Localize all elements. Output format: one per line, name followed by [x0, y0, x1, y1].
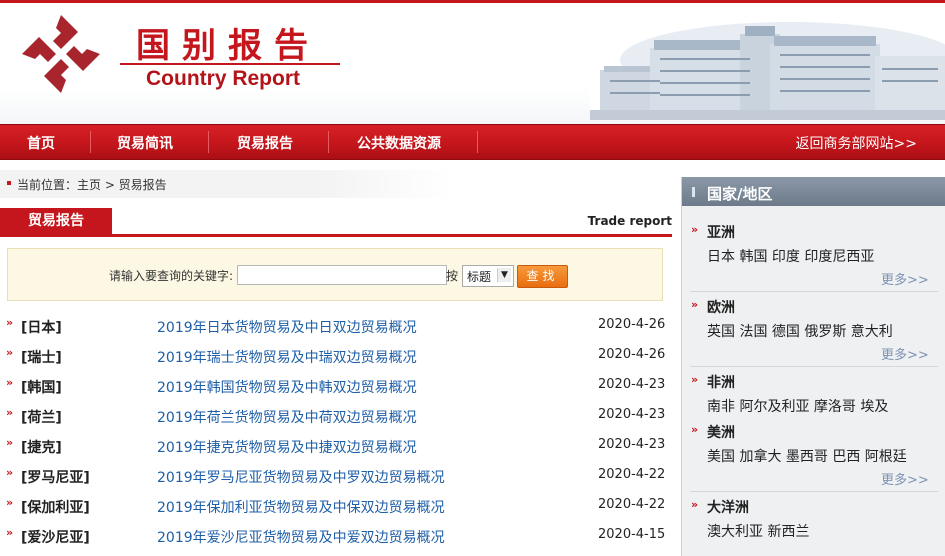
- region-divider: [690, 291, 938, 292]
- double-arrow-icon: »: [6, 346, 14, 359]
- main-navbar: 首页 贸易简讯 贸易报告 公共数据资源 返回商务部网站>>: [0, 124, 945, 160]
- more-link[interactable]: 更多>>: [881, 344, 929, 363]
- double-arrow-icon: »: [6, 376, 14, 389]
- section-title-en: Trade report: [587, 214, 672, 228]
- double-arrow-icon: »: [6, 496, 14, 509]
- report-country[interactable]: [日本]: [21, 317, 62, 337]
- report-country[interactable]: [韩国]: [21, 377, 62, 397]
- nav-separator: [328, 131, 329, 153]
- list-item: » [瑞士] 2019年瑞士货物贸易及中瑞双边贸易概况 2020-4-26: [0, 340, 672, 370]
- region-countries[interactable]: 澳大利亚 新西兰: [707, 521, 809, 541]
- keyword-search-input[interactable]: [237, 265, 447, 285]
- report-date: 2020-4-23: [598, 437, 666, 452]
- list-item: » [日本] 2019年日本货物贸易及中日双边贸易概况 2020-4-26: [0, 310, 672, 340]
- region-name[interactable]: 大洋洲: [707, 497, 749, 517]
- nav-item-public-data[interactable]: 公共数据资源: [357, 133, 441, 153]
- region-name[interactable]: 亚洲: [707, 222, 735, 242]
- chevron-down-icon: ▼: [497, 268, 511, 282]
- double-arrow-icon: »: [6, 316, 14, 329]
- breadcrumb-bullet-icon: [7, 181, 11, 185]
- report-title-link[interactable]: 2019年罗马尼亚货物贸易及中罗双边贸易概况: [157, 467, 445, 487]
- region-countries[interactable]: 英国 法国 德国 俄罗斯 意大利: [707, 321, 893, 341]
- region-sidebar: 国家/地区 » 亚洲 日本 韩国 印度 印度尼西亚 更多>> » 欧洲 英国 法…: [681, 177, 945, 556]
- nav-separator: [90, 131, 91, 153]
- double-arrow-icon: »: [6, 406, 14, 419]
- nav-item-home[interactable]: 首页: [27, 133, 55, 153]
- more-link[interactable]: 更多>>: [881, 269, 929, 288]
- report-country[interactable]: [保加利亚]: [21, 497, 90, 517]
- sidebar-header: 国家/地区: [682, 177, 945, 206]
- region-countries[interactable]: 日本 韩国 印度 印度尼西亚: [707, 246, 874, 266]
- report-title-link[interactable]: 2019年日本货物贸易及中日双边贸易概况: [157, 317, 417, 337]
- report-country[interactable]: [荷兰]: [21, 407, 62, 427]
- double-arrow-icon: »: [691, 373, 699, 386]
- search-label: 请输入要查询的关键字:: [109, 269, 234, 283]
- list-item: » [罗马尼亚] 2019年罗马尼亚货物贸易及中罗双边贸易概况 2020-4-2…: [0, 460, 672, 490]
- title-divider: [120, 63, 340, 65]
- search-button[interactable]: 查找: [517, 265, 568, 288]
- region-countries[interactable]: 南非 阿尔及利亚 摩洛哥 埃及: [707, 396, 888, 416]
- report-country[interactable]: [瑞士]: [21, 347, 62, 367]
- list-item: » [保加利亚] 2019年保加利亚货物贸易及中保双边贸易概况 2020-4-2…: [0, 490, 672, 520]
- nav-separator: [208, 131, 209, 153]
- report-date: 2020-4-23: [598, 377, 666, 392]
- region-name[interactable]: 美洲: [707, 422, 735, 442]
- breadcrumb: 当前位置：主页 > 贸易报告: [0, 170, 452, 198]
- double-arrow-icon: »: [691, 298, 699, 311]
- government-building-image: [590, 20, 945, 120]
- list-item: » [捷克] 2019年捷克货物贸易及中捷双边贸易概况 2020-4-23: [0, 430, 672, 460]
- region-name[interactable]: 非洲: [707, 372, 735, 392]
- report-title-link[interactable]: 2019年捷克货物贸易及中捷双边贸易概况: [157, 437, 417, 457]
- list-item: » [荷兰] 2019年荷兰货物贸易及中荷双边贸易概况 2020-4-23: [0, 400, 672, 430]
- report-country[interactable]: [爱沙尼亚]: [21, 527, 90, 547]
- double-arrow-icon: »: [691, 498, 699, 511]
- region-divider: [690, 491, 938, 492]
- search-panel: 请输入要查询的关键字: 按 标题 ▼ 查找: [7, 248, 663, 301]
- report-title-link[interactable]: 2019年荷兰货物贸易及中荷双边贸易概况: [157, 407, 417, 427]
- site-header: 国别报告 Country Report: [0, 0, 945, 124]
- report-date: 2020-4-26: [598, 317, 666, 332]
- report-date: 2020-4-26: [598, 347, 666, 362]
- report-title-link[interactable]: 2019年韩国货物贸易及中韩双边贸易概况: [157, 377, 417, 397]
- report-date: 2020-4-22: [598, 467, 666, 482]
- section-tab-trade-report[interactable]: 贸易报告: [0, 208, 112, 234]
- nav-item-trade-news[interactable]: 贸易简讯: [117, 133, 173, 153]
- report-country[interactable]: [罗马尼亚]: [21, 467, 90, 487]
- report-title-link[interactable]: 2019年瑞士货物贸易及中瑞双边贸易概况: [157, 347, 417, 367]
- region-countries[interactable]: 美国 加拿大 墨西哥 巴西 阿根廷: [707, 446, 907, 466]
- region-divider: [690, 366, 938, 367]
- report-title-link[interactable]: 2019年爱沙尼亚货物贸易及中爱双边贸易概况: [157, 527, 445, 547]
- sidebar-title: 国家/地区: [707, 185, 773, 203]
- nav-item-trade-reports[interactable]: 贸易报告: [237, 133, 293, 153]
- report-date: 2020-4-15: [598, 527, 666, 542]
- report-list: » [日本] 2019年日本货物贸易及中日双边贸易概况 2020-4-26 » …: [0, 310, 672, 550]
- double-arrow-icon: »: [691, 423, 699, 436]
- double-arrow-icon: »: [691, 223, 699, 236]
- nav-separator: [477, 131, 478, 153]
- region-name[interactable]: 欧洲: [707, 297, 735, 317]
- breadcrumb-text[interactable]: 当前位置：主页 > 贸易报告: [17, 176, 167, 193]
- site-title-en: Country Report: [146, 67, 300, 90]
- return-mofcom-link[interactable]: 返回商务部网站>>: [796, 133, 917, 153]
- section-underline: [0, 234, 672, 237]
- header-top-line: [0, 0, 945, 3]
- report-country[interactable]: [捷克]: [21, 437, 62, 457]
- search-by-label: 按: [446, 269, 459, 283]
- site-title-cn: 国别报告: [136, 26, 320, 66]
- sidebar-header-icon: [692, 187, 695, 197]
- double-arrow-icon: »: [6, 436, 14, 449]
- double-arrow-icon: »: [6, 466, 14, 479]
- more-link[interactable]: 更多>>: [881, 469, 929, 488]
- report-date: 2020-4-23: [598, 407, 666, 422]
- report-date: 2020-4-22: [598, 497, 666, 512]
- list-item: » [韩国] 2019年韩国货物贸易及中韩双边贸易概况 2020-4-23: [0, 370, 672, 400]
- search-field-select[interactable]: 标题 ▼: [462, 265, 514, 287]
- section-header: 贸易报告 Trade report: [0, 208, 672, 238]
- report-title-link[interactable]: 2019年保加利亚货物贸易及中保双边贸易概况: [157, 497, 445, 517]
- search-field-value: 标题: [467, 270, 492, 284]
- double-arrow-icon: »: [6, 526, 14, 539]
- ministry-logo-icon[interactable]: [20, 13, 102, 95]
- list-item: » [爱沙尼亚] 2019年爱沙尼亚货物贸易及中爱双边贸易概况 2020-4-1…: [0, 520, 672, 550]
